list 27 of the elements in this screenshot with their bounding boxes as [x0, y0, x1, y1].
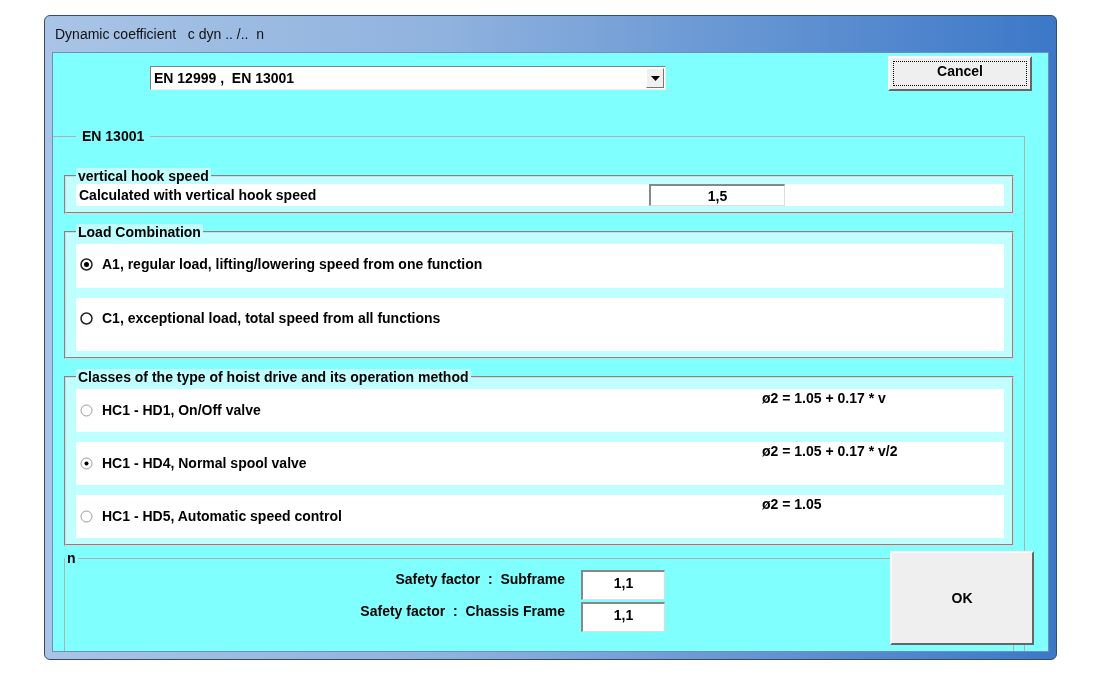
group-title: vertical hook speed [76, 168, 211, 184]
formula-text: ø2 = 1.05 [762, 496, 822, 512]
field-label: Safety factor : Chassis Frame [360, 602, 565, 619]
group-title: Load Combination [76, 224, 203, 240]
group-title: EN 13001 [81, 128, 146, 144]
ok-button[interactable]: OK [890, 551, 1034, 645]
option-label[interactable]: HC1 - HD5, Automatic speed control [102, 508, 342, 524]
option-label[interactable]: HC1 - HD1, On/Off valve [102, 402, 261, 418]
option-label[interactable]: C1, exceptional load, total speed from all functions [102, 310, 441, 326]
field-label: Calculated with vertical hook speed [78, 187, 318, 203]
field-label: Safety factor : Subframe [395, 570, 565, 587]
radio-button[interactable] [80, 257, 93, 271]
safety-factor-input-field[interactable]: 1,1 [581, 570, 665, 600]
speed-input-field[interactable]: 1,5 [649, 184, 785, 206]
radio-button[interactable] [80, 403, 93, 417]
option-label[interactable]: A1, regular load, lifting/lowering speed from one function [102, 256, 483, 272]
safety-factor-input-field[interactable]: 1,1 [581, 602, 665, 632]
cancel-button[interactable]: Cancel [888, 56, 1032, 91]
group-title: Classes of the type of hoist drive and its operation method [76, 369, 471, 385]
formula-text: ø2 = 1.05 + 0.17 * v/2 [762, 443, 898, 459]
radio-button[interactable] [80, 509, 93, 523]
formula-text: ø2 = 1.05 + 0.17 * v [762, 390, 886, 406]
standard-dropdown[interactable]: EN 12999 , EN 13001 [150, 66, 666, 90]
window-title: Dynamic coefficient c dyn .. /.. n [54, 26, 265, 42]
option-label[interactable]: HC1 - HD4, Normal spool valve [102, 455, 307, 471]
radio-button[interactable] [80, 456, 93, 470]
radio-button[interactable] [80, 311, 93, 325]
